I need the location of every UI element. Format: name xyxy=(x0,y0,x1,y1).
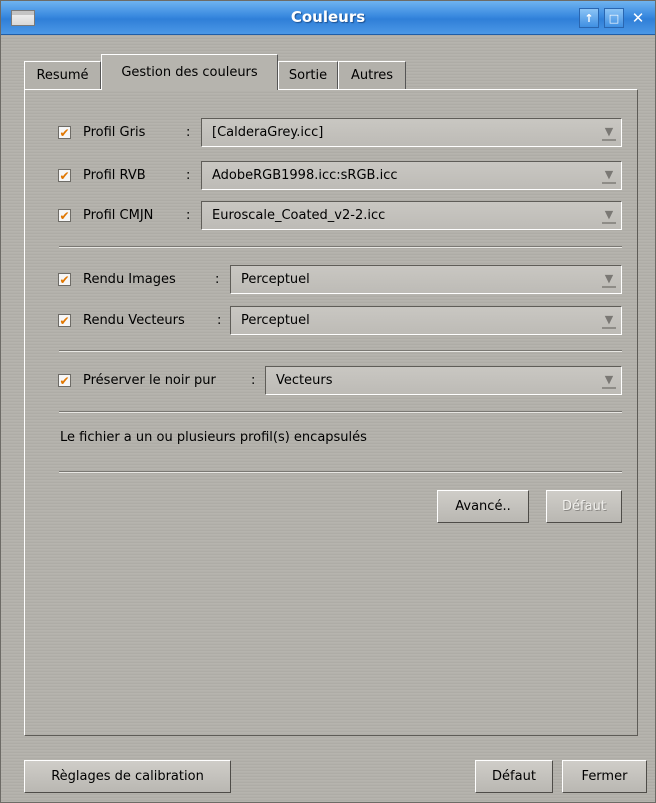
tab-label: Gestion des couleurs xyxy=(121,65,258,80)
separator xyxy=(59,471,622,473)
profil-rvb-checkbox[interactable]: ✔ xyxy=(58,169,71,182)
colon: : xyxy=(215,272,220,287)
shade-button[interactable]: ↑ xyxy=(579,8,599,28)
chevron-down-icon[interactable]: ▼ xyxy=(602,125,616,141)
tab-resume[interactable]: Resumé xyxy=(24,61,101,89)
profil-cmjn-checkbox[interactable]: ✔ xyxy=(58,209,71,222)
rendu-images-label: Rendu Images xyxy=(83,272,176,287)
colon: : xyxy=(186,208,191,223)
colon: : xyxy=(186,168,191,183)
colon: : xyxy=(251,373,256,388)
profil-gris-value: [CalderaGrey.icc] xyxy=(212,125,324,140)
tab-sortie[interactable]: Sortie xyxy=(278,61,338,89)
tab-label: Resumé xyxy=(36,68,89,83)
rendu-vecteurs-label: Rendu Vecteurs xyxy=(83,313,185,328)
separator xyxy=(59,246,622,248)
profil-rvb-label: Profil RVB xyxy=(83,168,146,183)
profil-cmjn-label: Profil CMJN xyxy=(83,208,154,223)
colon: : xyxy=(217,313,222,328)
colon: : xyxy=(186,125,191,140)
profil-gris-select[interactable]: [CalderaGrey.icc] ▼ xyxy=(201,118,622,147)
rendu-images-row: ✔ Rendu Images : Perceptuel ▼ xyxy=(25,265,637,295)
checkmark-icon: ✔ xyxy=(59,313,70,328)
checkmark-icon: ✔ xyxy=(59,208,70,223)
title-bar[interactable]: Couleurs ↑ □ ✕ xyxy=(1,1,655,35)
chevron-down-icon[interactable]: ▼ xyxy=(602,272,616,288)
rendu-vecteurs-value: Perceptuel xyxy=(241,313,310,328)
checkmark-icon: ✔ xyxy=(59,125,70,140)
checkmark-icon: ✔ xyxy=(59,168,70,183)
rendu-images-checkbox[interactable]: ✔ xyxy=(58,273,71,286)
chevron-down-icon[interactable]: ▼ xyxy=(602,168,616,184)
calibration-button[interactable]: Règlages de calibration xyxy=(24,760,231,793)
profil-cmjn-select[interactable]: Euroscale_Coated_v2-2.icc ▼ xyxy=(201,201,622,230)
chevron-down-icon[interactable]: ▼ xyxy=(602,373,616,389)
preserver-noir-label: Préserver le noir pur xyxy=(83,373,216,388)
chevron-down-icon[interactable]: ▼ xyxy=(602,313,616,329)
defaut-button[interactable]: Défaut xyxy=(475,760,553,793)
fermer-button[interactable]: Fermer xyxy=(562,760,647,793)
checkmark-icon: ✔ xyxy=(59,373,70,388)
preserver-noir-select[interactable]: Vecteurs ▼ xyxy=(265,366,622,395)
profil-gris-checkbox[interactable]: ✔ xyxy=(58,126,71,139)
preserver-noir-value: Vecteurs xyxy=(276,373,333,388)
separator xyxy=(59,350,622,352)
tab-label: Sortie xyxy=(288,68,328,83)
preserver-noir-checkbox[interactable]: ✔ xyxy=(58,374,71,387)
profil-gris-label: Profil Gris xyxy=(83,125,146,140)
color-management-panel: ✔ Profil Gris : [CalderaGrey.icc] ▼ ✔ Pr… xyxy=(24,89,638,736)
checkmark-icon: ✔ xyxy=(59,272,70,287)
window-title: Couleurs xyxy=(290,8,366,26)
profil-rvb-select[interactable]: AdobeRGB1998.icc:sRGB.icc ▼ xyxy=(201,161,622,190)
close-button[interactable]: ✕ xyxy=(628,8,648,28)
tab-autres[interactable]: Autres xyxy=(338,61,406,89)
chevron-down-icon[interactable]: ▼ xyxy=(602,208,616,224)
tab-label: Autres xyxy=(350,68,394,83)
tab-gestion-des-couleurs[interactable]: Gestion des couleurs xyxy=(101,54,278,90)
rendu-vecteurs-checkbox[interactable]: ✔ xyxy=(58,314,71,327)
profil-rvb-value: AdobeRGB1998.icc:sRGB.icc xyxy=(212,168,398,183)
rendu-vecteurs-select[interactable]: Perceptuel ▼ xyxy=(230,306,622,335)
embedded-profiles-info: Le fichier a un ou plusieurs profil(s) e… xyxy=(60,430,367,445)
rendu-images-value: Perceptuel xyxy=(241,272,310,287)
profil-gris-row: ✔ Profil Gris : [CalderaGrey.icc] ▼ xyxy=(25,118,637,148)
maximize-button[interactable]: □ xyxy=(604,8,624,28)
profil-cmjn-value: Euroscale_Coated_v2-2.icc xyxy=(212,208,386,223)
couleurs-window: Couleurs ↑ □ ✕ Resumé Gestion des couleu… xyxy=(0,0,656,803)
avance-button[interactable]: Avancé.. xyxy=(437,490,529,523)
profil-cmjn-row: ✔ Profil CMJN : Euroscale_Coated_v2-2.ic… xyxy=(25,201,637,231)
rendu-vecteurs-row: ✔ Rendu Vecteurs : Perceptuel ▼ xyxy=(25,306,637,336)
rendu-images-select[interactable]: Perceptuel ▼ xyxy=(230,265,622,294)
preserver-noir-row: ✔ Préserver le noir pur : Vecteurs ▼ xyxy=(25,366,637,396)
separator xyxy=(59,411,622,413)
panel-defaut-button[interactable]: Défaut xyxy=(546,490,622,523)
profil-rvb-row: ✔ Profil RVB : AdobeRGB1998.icc:sRGB.icc… xyxy=(25,161,637,191)
